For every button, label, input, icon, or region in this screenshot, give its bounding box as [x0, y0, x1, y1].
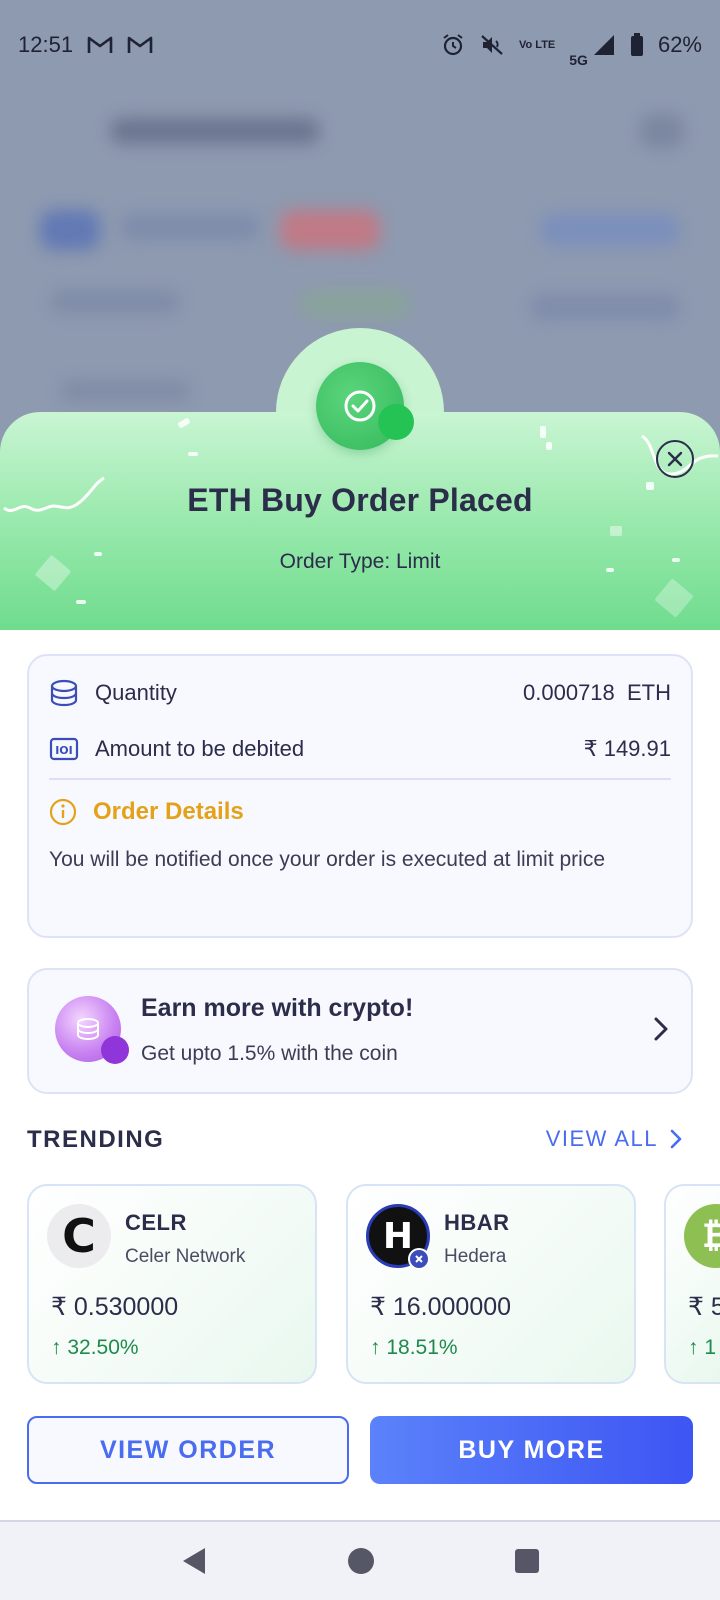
success-dot: [378, 404, 414, 440]
amount-label: Amount to be debited: [95, 736, 305, 761]
hedera-badge-icon: [408, 1248, 430, 1270]
celer-logo-icon: C: [47, 1204, 111, 1268]
order-type-label: Order Type: Limit: [279, 550, 441, 573]
buy-more-button[interactable]: BUY MORE: [370, 1416, 693, 1484]
quantity-label: Quantity: [95, 680, 177, 705]
system-nav-bar: [0, 1520, 720, 1600]
bg-red-blur: [280, 210, 380, 250]
close-icon: [667, 451, 683, 467]
coins-icon: [49, 678, 79, 708]
bg-icon-blur: [640, 114, 684, 148]
coin-price: ₹ 0.530000: [51, 1293, 179, 1321]
trending-card-partial[interactable]: ₿ ₹ 5 ↑ 1: [664, 1184, 720, 1384]
quantity-row: Quantity 0.000718 ETH: [49, 676, 671, 710]
coin-name: Celer Network: [125, 1246, 246, 1267]
alarm-icon: [441, 33, 465, 57]
status-time: 12:51: [18, 32, 74, 57]
bitcoin-logo-icon: ₿: [684, 1204, 720, 1268]
coin-symbol: CELR: [125, 1210, 187, 1235]
mute-icon: [479, 33, 505, 57]
bg-title-blur: [110, 118, 320, 144]
battery-icon: [630, 33, 644, 57]
confetti: [546, 442, 552, 450]
confetti: [177, 417, 191, 429]
divider: [49, 778, 671, 780]
coin-symbol: HBAR: [444, 1210, 510, 1235]
signal-icon: [592, 33, 616, 57]
sheet-content: Quantity 0.000718 ETH IOI Amount to be d…: [0, 630, 720, 1520]
earn-more-banner[interactable]: Earn more with crypto! Get upto 1.5% wit…: [27, 968, 693, 1094]
view-order-button[interactable]: VIEW ORDER: [27, 1416, 349, 1484]
bg-right-blur: [540, 214, 680, 246]
coin-price: ₹ 5: [688, 1293, 720, 1321]
amount-row: IOI Amount to be debited ₹ 149.91: [49, 732, 671, 766]
bg-row2-blur: [530, 294, 680, 320]
order-success-sheet: ETH Buy Order Placed Order Type: Limit Q…: [0, 328, 720, 1520]
confetti: [610, 526, 622, 536]
coin-change: ↑ 1: [688, 1336, 717, 1359]
confetti: [188, 452, 198, 456]
order-details-title: Order Details: [93, 798, 244, 825]
status-bar: 12:51 Vo LTE 5G 62%: [0, 0, 720, 90]
volte-indicator: Vo LTE: [519, 38, 556, 51]
confetti: [76, 600, 86, 604]
coin-name: Hedera: [444, 1246, 507, 1267]
view-all-link[interactable]: VIEW ALL: [546, 1126, 682, 1152]
network-type: 5G: [569, 52, 588, 68]
trending-heading: TRENDING: [27, 1126, 165, 1153]
coin-change: ↑ 32.50%: [51, 1336, 139, 1359]
trending-card-hbar[interactable]: H HBAR Hedera ₹ 16.000000 ↑ 18.51%: [346, 1184, 636, 1384]
confetti: [654, 578, 694, 618]
coin-change: ↑ 18.51%: [370, 1336, 458, 1359]
bg-green-blur: [300, 290, 410, 318]
recents-icon[interactable]: [513, 1547, 541, 1575]
bg-logo-blur: [40, 210, 100, 250]
quantity-value: 0.000718 ETH: [523, 680, 671, 705]
bg-row3-blur: [60, 380, 190, 402]
coin-price: ₹ 16.000000: [370, 1293, 512, 1321]
order-placed-title: ETH Buy Order Placed: [187, 482, 533, 518]
earn-subtitle: Get upto 1.5% with the coin: [141, 1042, 398, 1065]
gmail-icon: [127, 35, 153, 55]
battery-level: 62%: [657, 32, 702, 57]
back-icon[interactable]: [179, 1545, 209, 1577]
order-details-heading: Order Details: [49, 798, 244, 826]
trending-card-celr[interactable]: C CELR Celer Network ₹ 0.530000 ↑ 32.50%: [27, 1184, 317, 1384]
svg-text:IOI: IOI: [55, 744, 73, 757]
order-summary-card: Quantity 0.000718 ETH IOI Amount to be d…: [27, 654, 693, 938]
order-details-text: You will be notified once your order is …: [49, 848, 606, 871]
cash-icon: IOI: [49, 736, 79, 762]
earn-badge-dot: [101, 1036, 129, 1064]
chevron-right-icon: [670, 1129, 682, 1149]
bg-row-blur: [50, 290, 180, 314]
confetti: [540, 426, 546, 438]
info-icon: [49, 798, 77, 826]
view-all-label: VIEW ALL: [545, 1126, 658, 1151]
amount-value: ₹ 149.91: [583, 736, 671, 761]
close-button[interactable]: [656, 440, 694, 478]
bg-text-blur: [120, 214, 260, 240]
chevron-right-icon: [653, 1016, 669, 1047]
earn-title: Earn more with crypto!: [141, 994, 414, 1022]
gmail-icon: [87, 35, 113, 55]
home-icon[interactable]: [346, 1546, 376, 1576]
